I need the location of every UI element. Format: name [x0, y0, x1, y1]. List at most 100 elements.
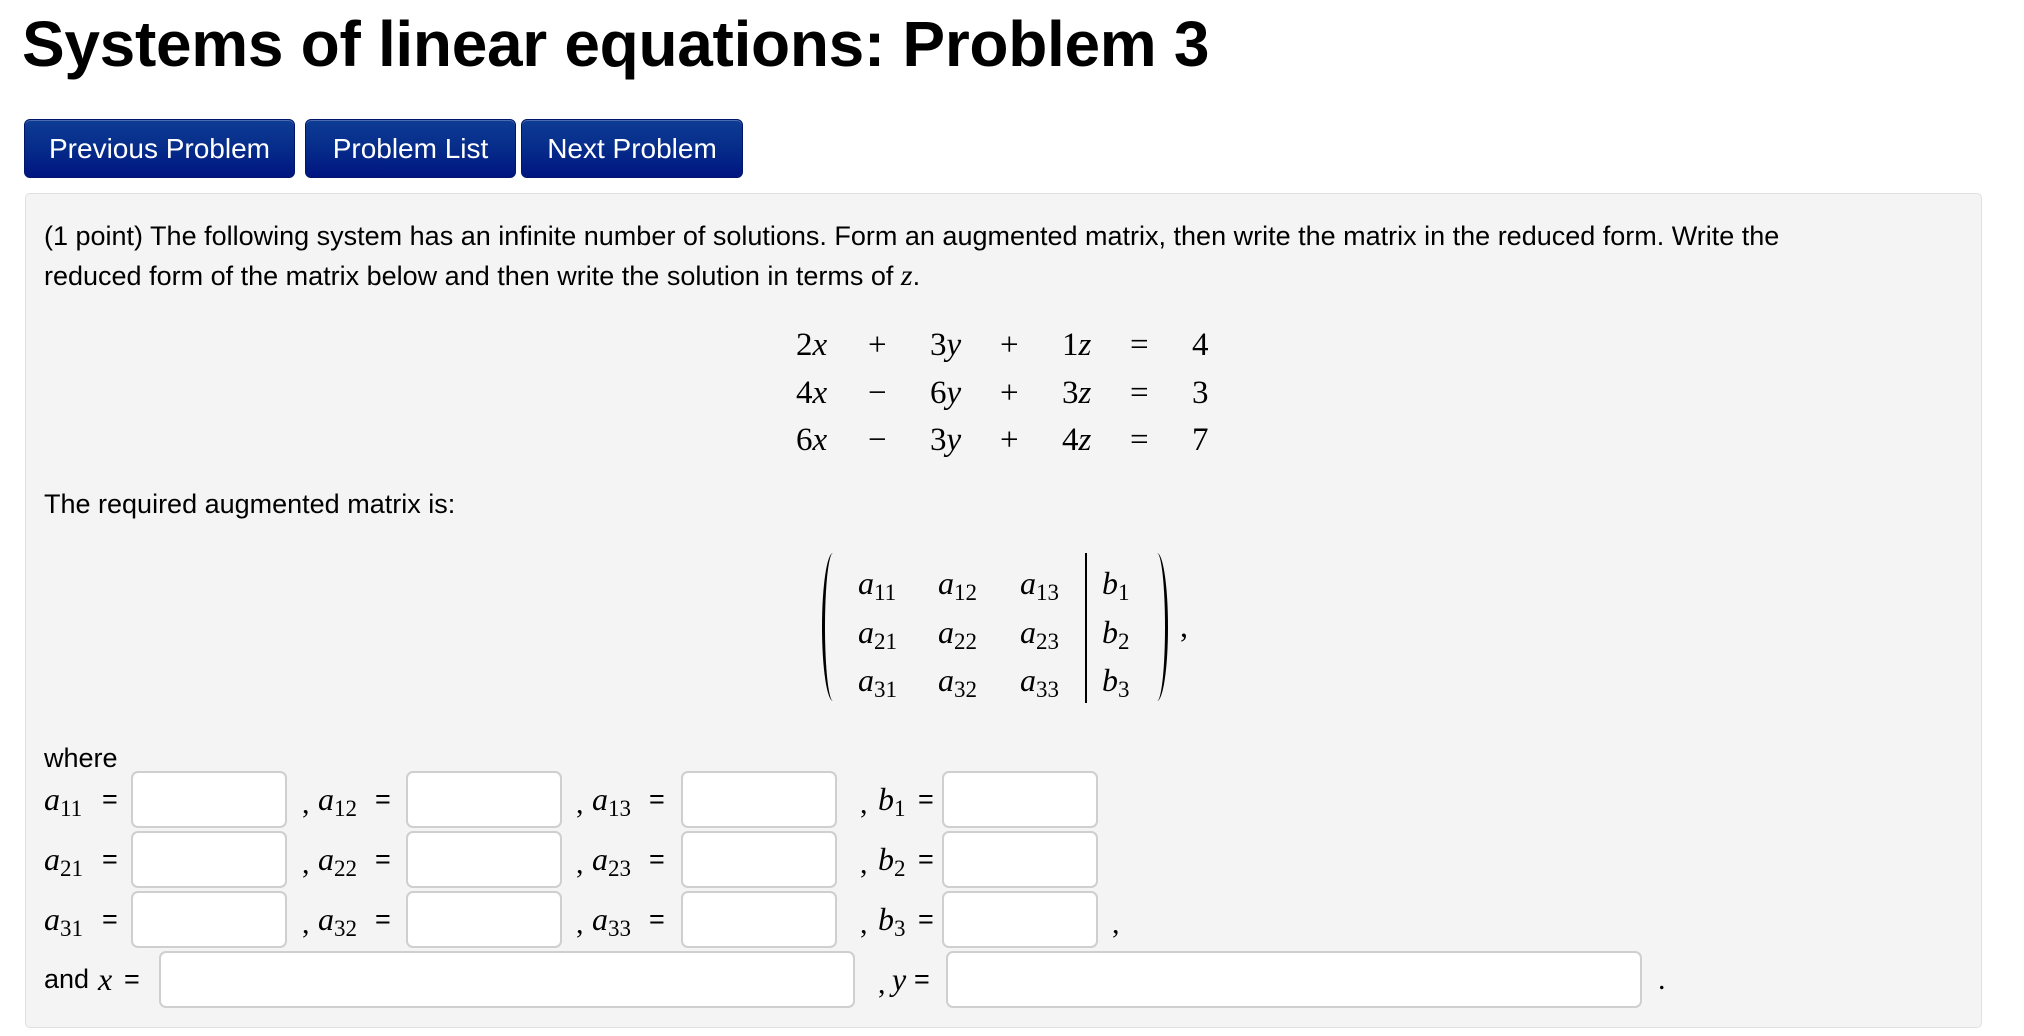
entry-subscript: 32 — [954, 675, 978, 702]
answer-input-a31[interactable] — [131, 891, 287, 948]
equation-2-x-term: 4x — [796, 373, 827, 413]
equation-1-y-term: 3y — [930, 325, 961, 365]
answer-input-b1[interactable] — [942, 771, 1098, 828]
separator-comma: , — [860, 787, 868, 820]
label-subscript: 11 — [60, 794, 83, 821]
equals-sign: = — [918, 844, 934, 874]
equals-sign: = — [918, 904, 934, 934]
answer-input-a11[interactable] — [131, 771, 287, 828]
equals-sign: = — [102, 784, 118, 814]
entry-subscript: 13 — [1036, 578, 1060, 605]
entry-subscript: 1 — [1118, 578, 1130, 605]
label-subscript: 23 — [608, 854, 632, 881]
variable: x — [812, 375, 828, 411]
label-symbol: a — [318, 901, 334, 937]
entry-subscript: 11 — [874, 578, 897, 605]
answer-label-b1: b1 — [878, 771, 906, 828]
entry-symbol: a — [938, 662, 954, 698]
answer-input-a13[interactable] — [681, 771, 837, 828]
equation-3-x-term: 6x — [796, 420, 827, 460]
answer-label-a11: a11 — [44, 771, 82, 828]
separator-comma: , — [860, 907, 868, 940]
x-solution-input[interactable] — [159, 951, 855, 1008]
variable: y — [946, 375, 962, 411]
separator-comma: , — [302, 847, 310, 880]
variable: y — [946, 422, 962, 458]
coefficient: 3 — [930, 422, 947, 458]
variable: z — [1078, 327, 1092, 363]
label-symbol: a — [318, 841, 334, 877]
label-subscript: 2 — [894, 854, 906, 881]
label-subscript: 21 — [60, 854, 84, 881]
answer-input-b2[interactable] — [942, 831, 1098, 888]
answer-input-b3[interactable] — [942, 891, 1098, 948]
row-trailing-comma: , — [1112, 907, 1120, 940]
variable: x — [812, 422, 828, 458]
answer-input-a33[interactable] — [681, 891, 837, 948]
entry-subscript: 12 — [954, 578, 978, 605]
label-subscript: 1 — [894, 794, 906, 821]
label-subscript: 12 — [334, 794, 358, 821]
equation-3-z-term: 4z — [1062, 420, 1091, 460]
separator-comma: , — [302, 907, 310, 940]
label-symbol: b — [878, 841, 894, 877]
equation-1-operator: + — [868, 327, 887, 363]
entry-subscript: 22 — [954, 627, 978, 654]
entry-symbol: a — [938, 565, 954, 601]
matrix-entry: a13 — [1020, 563, 1059, 603]
label-subscript: 22 — [334, 854, 358, 881]
problem-statement-line1: (1 point) The following system has an in… — [44, 221, 1780, 251]
coefficient: 1 — [1062, 327, 1079, 363]
label-subscript: 13 — [608, 794, 632, 821]
variable: z — [1078, 422, 1092, 458]
equation-3-operator: + — [1000, 422, 1019, 458]
equals-sign: = — [102, 904, 118, 934]
matrix-entry: a11 — [858, 563, 896, 603]
label-symbol: a — [44, 781, 60, 817]
equation-1-rhs-value: 4 — [1192, 327, 1209, 363]
answer-input-a23[interactable] — [681, 831, 837, 888]
entry-symbol: a — [938, 614, 954, 650]
matrix-entry: a31 — [858, 660, 897, 700]
next-problem-button[interactable]: Next Problem — [521, 119, 743, 178]
y-equals-sign: = — [914, 964, 930, 994]
answer-input-a22[interactable] — [406, 831, 562, 888]
matrix-entry: b3 — [1102, 660, 1130, 700]
matrix-entry: a33 — [1020, 660, 1059, 700]
answer-input-a32[interactable] — [406, 891, 562, 948]
problem-list-button[interactable]: Problem List — [305, 119, 516, 178]
entry-subscript: 33 — [1036, 675, 1060, 702]
variable-z: z — [900, 259, 913, 292]
entry-subscript: 3 — [1118, 675, 1130, 702]
label-symbol: a — [592, 901, 608, 937]
y-variable-label: y — [892, 961, 907, 997]
previous-problem-button[interactable]: Previous Problem — [24, 119, 295, 178]
equation-2-rhs-value: 3 — [1192, 375, 1209, 411]
matrix-entry: a12 — [938, 563, 977, 603]
matrix-entry: b1 — [1102, 563, 1130, 603]
label-subscript: 31 — [60, 914, 84, 941]
answer-label-a31: a31 — [44, 891, 83, 948]
entry-symbol: a — [858, 662, 874, 698]
answer-input-a12[interactable] — [406, 771, 562, 828]
matrix-augment-bar — [1085, 553, 1087, 703]
final-period: . — [1658, 963, 1666, 996]
label-symbol: a — [44, 841, 60, 877]
entry-symbol: b — [1102, 614, 1118, 650]
variable: x — [812, 327, 828, 363]
equals-sign: = — [375, 844, 391, 874]
statement-period: . — [912, 261, 921, 291]
y-solution-input[interactable] — [946, 951, 1642, 1008]
label-subscript: 32 — [334, 914, 358, 941]
problem-statement-line2: reduced form of the matrix below and the… — [44, 256, 920, 296]
label-symbol: b — [878, 901, 894, 937]
equation-2-equals-sign: = — [1130, 375, 1149, 411]
equation-2-y-term: 6y — [930, 373, 961, 413]
entry-symbol: b — [1102, 662, 1118, 698]
separator-comma: , — [860, 847, 868, 880]
equation-1-x-term: 2x — [796, 325, 827, 365]
answer-input-a21[interactable] — [131, 831, 287, 888]
answer-label-a21: a21 — [44, 831, 83, 888]
answer-label-a23: a23 — [592, 831, 631, 888]
equals-sign: = — [375, 904, 391, 934]
